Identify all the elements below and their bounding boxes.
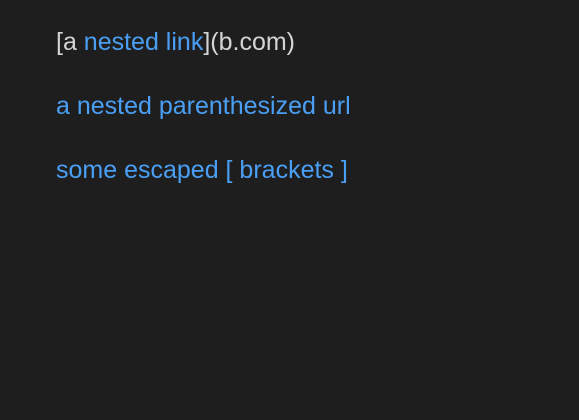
paragraph-escaped-brackets: some escaped [ brackets ] — [56, 154, 348, 186]
literal-text-suffix: ](b.com) — [203, 28, 296, 56]
paragraph-nested-link: [a nested link](b.com) — [56, 26, 295, 58]
link-nested-parenthesized-url[interactable]: a nested parenthesized url — [56, 92, 351, 120]
paragraph-parenthesized-url: a nested parenthesized url — [56, 90, 351, 122]
literal-text-prefix: [a — [56, 28, 84, 56]
link-escaped-brackets[interactable]: some escaped [ brackets ] — [56, 156, 348, 184]
link-nested-link[interactable]: nested link — [84, 28, 204, 56]
markdown-preview: [a nested link](b.com) a nested parenthe… — [0, 0, 579, 420]
